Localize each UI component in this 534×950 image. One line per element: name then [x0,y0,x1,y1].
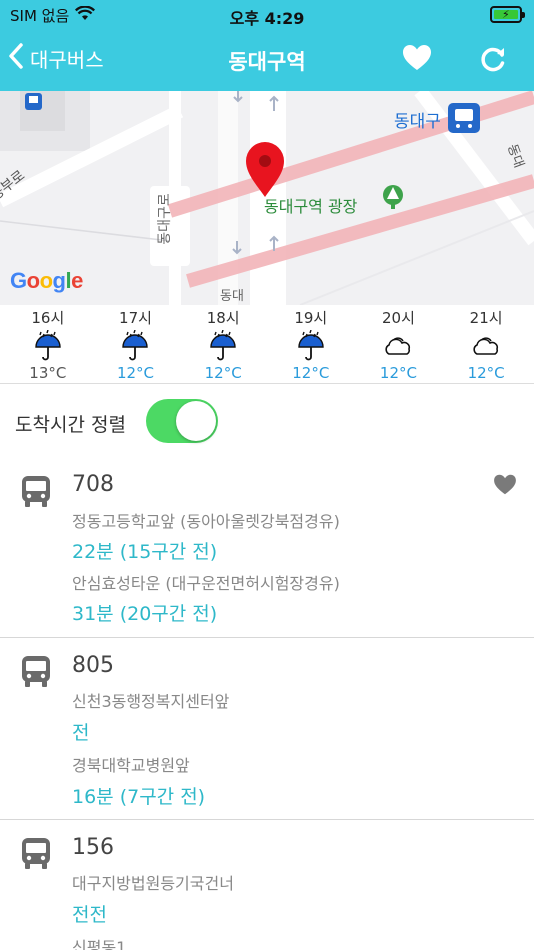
arrival-time: 31분 (20구간 전) [72,603,218,625]
bus-icon [20,474,52,512]
umbrella-rain-icon [95,330,175,362]
google-logo: Google [10,268,83,293]
map-plaza-label: 동대구역 광장 [264,197,358,216]
weather-temp: 12°C [116,364,155,382]
toggle-knob [176,401,216,441]
umbrella-rain-icon [271,330,351,362]
weather-temp: 12°C [204,364,242,382]
weather-hour: 21시 12°C [446,305,526,383]
weather-time: 16시 [31,309,65,327]
weather-time: 19시 [294,309,328,327]
cloudy-icon [358,330,438,362]
map-road-label: 동대 [220,289,244,304]
bus-icon [20,836,52,874]
weather-hour: 19시 12°C [271,305,351,383]
weather-forecast: 16시 13°C 17시 12°C 18시 12°C 19시 12°C 20시 12°C 21시 12… [0,305,534,384]
refresh-button[interactable] [478,44,508,78]
weather-time: 20시 [382,309,415,327]
heart-icon[interactable] [493,474,517,499]
bus-list: 708 정동고등학교앞 (동아아울렛강북점경유) 22분 (15구간 전) 안심… [0,458,534,950]
heart-icon [402,45,432,75]
bus-row[interactable]: 156 대구지방법원등기국건너 전전 신평동1 [0,820,534,950]
stop-name: 신평동1 [72,938,127,950]
sort-label: 도착시간 정렬 [15,414,126,436]
stop-name: 정동고등학교앞 (동아아울렛강북점경유) [72,512,340,531]
sort-toggle[interactable] [146,399,218,443]
weather-hour: 16시 13°C [8,305,88,383]
map-road-label: 동대구로 [156,193,173,245]
battery-charging-icon: ⚡ [490,6,525,23]
stop-name: 경북대학교병원앞 [72,756,190,775]
weather-time: 17시 [119,309,152,327]
weather-time: 21시 [469,309,503,327]
arrival-time: 22분 (15구간 전) [72,541,218,563]
bus-row[interactable]: 805 신천3동행정복지센터앞 전 경북대학교병원앞 16분 (7구간 전) [0,638,534,820]
weather-hour: 20시 12°C [358,305,438,383]
chevron-left-icon [8,42,24,75]
stop-name: 대구지방법원등기국건너 [72,874,234,893]
status-time: 오후 4:29 [229,9,305,28]
bus-number: 156 [72,835,114,860]
weather-time: 18시 [206,309,240,327]
stop-name: 신천3동행정복지센터앞 [72,692,230,711]
refresh-icon [478,47,508,78]
weather-hour: 17시 12°C [95,305,175,383]
bus-number: 805 [72,653,114,678]
bus-icon [20,654,52,692]
weather-temp: 12°C [292,364,330,382]
umbrella-rain-icon [8,330,88,362]
map-view[interactable]: 동대구 동대구역 광장 동부로 동대구로 동대 동대 Google [0,91,534,305]
weather-temp: 12°C [379,364,417,382]
status-bar: SIM 없음 오후 4:29 ⚡ [0,0,534,30]
favorite-button[interactable] [402,44,432,75]
weather-temp: 12°C [467,364,505,382]
back-button[interactable]: 대구버스 [8,42,104,75]
cloudy-icon [446,330,526,362]
arrival-time: 전전 [72,904,107,926]
stop-name: 안심효성타운 (대구운전면허시험장경유) [72,574,340,593]
nav-bar: 대구버스 동대구역 [0,30,534,91]
back-label: 대구버스 [30,48,104,72]
map-station-label: 동대구 [394,112,441,132]
weather-temp: 13°C [29,364,67,382]
sort-row: 도착시간 정렬 [0,384,534,458]
arrival-time: 16분 (7구간 전) [72,786,206,808]
bus-row[interactable]: 708 정동고등학교앞 (동아아울렛강북점경유) 22분 (15구간 전) 안심… [0,458,534,638]
bus-number: 708 [72,472,114,497]
arrival-time: 전 [72,722,90,744]
weather-hour: 18시 12°C [183,305,263,383]
umbrella-rain-icon [183,330,263,362]
